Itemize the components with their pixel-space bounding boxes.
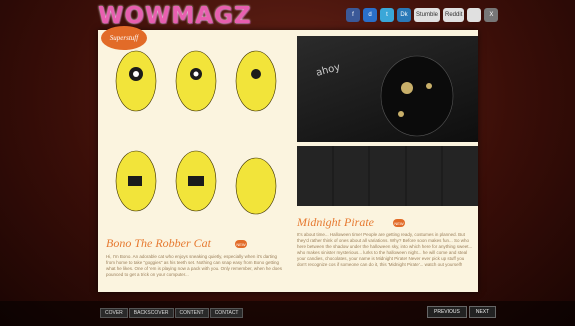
next-button[interactable]: NEXT xyxy=(468,306,497,318)
close-icon[interactable]: X xyxy=(484,8,499,22)
reddit-icon[interactable]: Reddit xyxy=(443,8,465,22)
delicious-icon[interactable]: d xyxy=(363,8,377,22)
nav-content[interactable]: CONTENT xyxy=(174,308,209,318)
nav-bar: COVER BACKSCOVER CONTENT CONTACT xyxy=(100,308,244,318)
pirate-thumb-5 xyxy=(443,146,478,206)
nav-cover[interactable]: COVER xyxy=(100,308,128,318)
midnight-pirate-body: It's about time... Halloween time! Peopl… xyxy=(297,232,473,267)
facebook-icon[interactable]: f xyxy=(346,8,360,22)
superstuff-badge: Superstuff xyxy=(101,26,147,50)
pirate-thumb-1 xyxy=(297,146,332,206)
bono-body: Hi, I'm Bono. An adorable cat who enjoys… xyxy=(106,254,282,277)
nav-backscover[interactable]: BACKSCOVER xyxy=(128,308,174,318)
digg-icon[interactable]: Dk xyxy=(397,8,411,22)
pirate-toy-illustration: ahoy xyxy=(315,55,454,137)
pirate-thumb-4 xyxy=(406,146,442,206)
bono-new-tag: NEW xyxy=(235,240,247,248)
previous-button[interactable]: PREVIOUS xyxy=(427,306,467,318)
twitter-icon[interactable]: t xyxy=(380,8,394,22)
stumble-icon[interactable]: Stumble xyxy=(414,8,441,22)
social-bar: f d t Dk Stumble Reddit X xyxy=(346,8,499,22)
pirate-photo-strip xyxy=(297,146,478,206)
pager: PREVIOUS NEXT xyxy=(427,306,497,318)
midnight-pirate-title: Midnight Pirate xyxy=(297,215,374,229)
midnight-pirate-photo: ahoy xyxy=(297,36,478,142)
app-stage: WOWMAGZ f d t Dk Stumble Reddit X Supers… xyxy=(0,0,575,326)
pirate-new-tag: NEW xyxy=(393,219,405,227)
pirate-thumb-2 xyxy=(333,146,369,206)
bono-photo-collage xyxy=(106,36,290,228)
bono-toy-illustration xyxy=(106,36,290,228)
bono-title: Bono The Robber Cat xyxy=(106,236,211,250)
nav-contact[interactable]: CONTACT xyxy=(209,308,244,318)
svg-text:ahoy: ahoy xyxy=(315,62,342,79)
share-icon[interactable] xyxy=(467,8,482,22)
pirate-thumb-3 xyxy=(370,146,405,206)
